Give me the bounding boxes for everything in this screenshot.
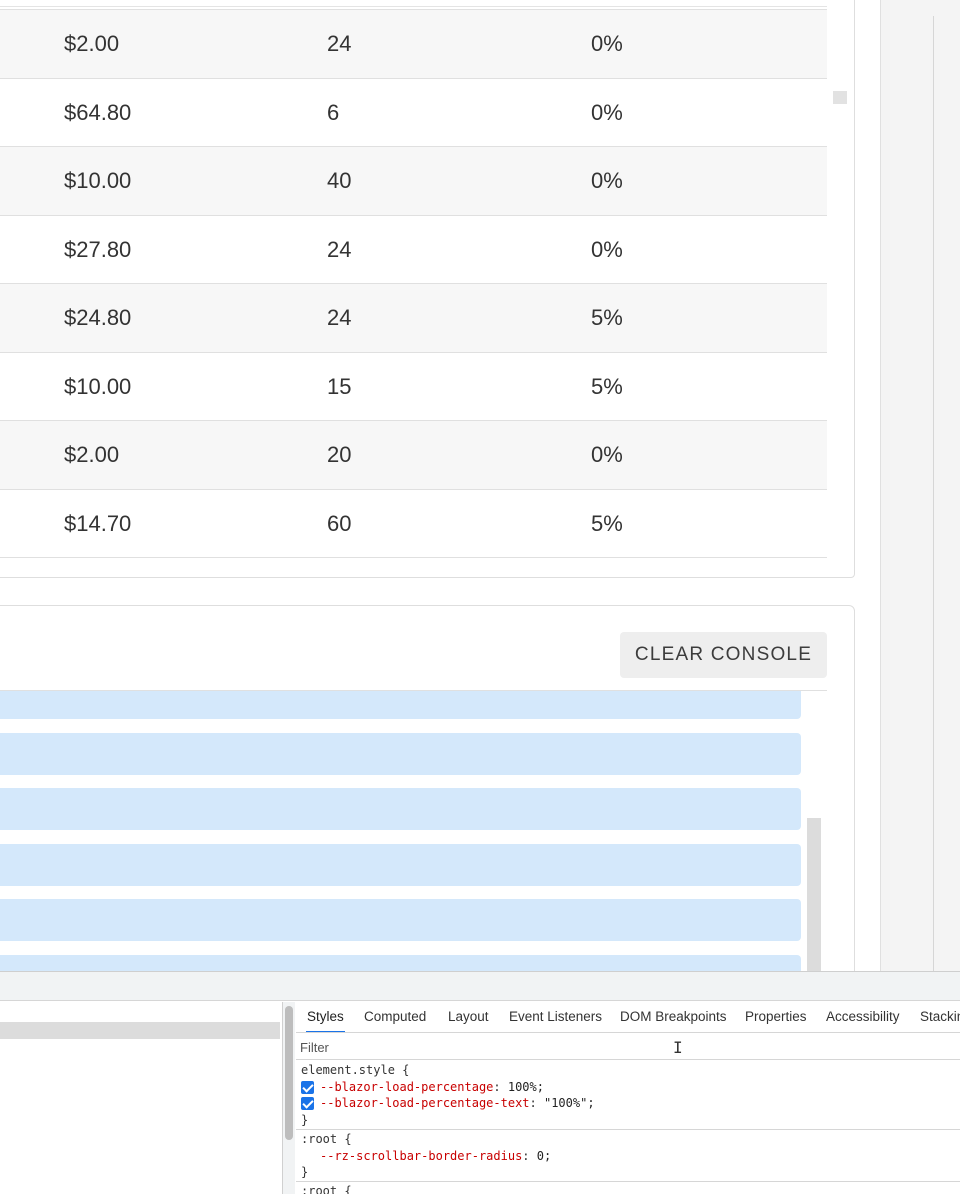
discount-cell: 0% [591, 99, 623, 125]
css-rule: :root { [301, 1183, 352, 1194]
tab-computed[interactable]: Computed [363, 1002, 427, 1032]
price-cell: $14.70 [64, 510, 132, 536]
price-cell: $27.80 [64, 236, 132, 262]
quantity-cell: 20 [327, 442, 352, 467]
console-log [0, 691, 805, 972]
console-scrollbar[interactable] [807, 818, 821, 972]
css-value[interactable]: "100%"; [544, 1096, 595, 1110]
devtools-panel: Styles Computed Layout Event Listeners D… [0, 971, 960, 1194]
declaration-checkbox[interactable] [301, 1097, 314, 1110]
quantity-cell: 24 [327, 31, 352, 56]
table-row[interactable]: $10.00 15 5% [0, 352, 827, 421]
css-property[interactable]: --blazor-load-percentage-text [320, 1096, 530, 1110]
table-row[interactable]: $24.80 24 5% [0, 284, 827, 353]
css-declaration[interactable]: --blazor-load-percentage: 100%; [301, 1079, 595, 1096]
price-cell: $2.00 [64, 31, 120, 56]
filter-input[interactable] [300, 1037, 940, 1057]
css-property[interactable]: --rz-scrollbar-border-radius [320, 1149, 522, 1163]
quantity-cell: 24 [327, 305, 352, 330]
text-cursor-icon: I [673, 1038, 683, 1057]
right-gutter [880, 0, 960, 972]
declaration-checkbox[interactable] [301, 1080, 314, 1094]
discount-cell: 0% [591, 31, 623, 56]
tab-styles[interactable]: Styles [306, 1002, 345, 1032]
css-value[interactable]: 0; [537, 1149, 551, 1163]
price-cell: $2.00 [64, 442, 120, 467]
price-cell: $24.80 [64, 305, 132, 330]
table-row[interactable]: $2.00 24 0% [0, 10, 827, 79]
styles-pane: Styles Computed Layout Event Listeners D… [296, 1002, 960, 1194]
table-row[interactable]: $2.00 20 0% [0, 421, 827, 490]
quantity-cell: 60 [327, 510, 352, 536]
tab-properties[interactable]: Properties [744, 1002, 808, 1032]
table-row[interactable]: $27.80 24 0% [0, 215, 827, 284]
css-selector[interactable]: :root { [301, 1184, 352, 1194]
price-cell: $10.00 [64, 168, 132, 193]
elements-scrollbar-thumb[interactable] [285, 1006, 293, 1140]
css-rule: element.style { --blazor-load-percentage… [301, 1062, 595, 1128]
css-value[interactable]: 100%; [508, 1080, 544, 1094]
panel-splitter[interactable] [282, 1002, 295, 1194]
quantity-cell: 24 [327, 236, 352, 262]
quantity-cell: 6 [327, 99, 340, 125]
discount-cell: 0% [591, 442, 623, 467]
css-closing-brace: } [301, 1165, 309, 1179]
quantity-cell: 15 [327, 373, 352, 399]
table-row[interactable]: $10.00 40 0% [0, 147, 827, 216]
table-row[interactable]: $14.70 60 5% [0, 489, 827, 558]
discount-cell: 5% [591, 510, 623, 536]
tab-stacking[interactable]: Stacking [919, 1002, 960, 1032]
styles-filter: I [296, 1034, 960, 1060]
css-selector[interactable]: element.style { [301, 1063, 409, 1077]
css-declaration[interactable]: --blazor-load-percentage-text: "100%"; [301, 1095, 595, 1112]
tab-event-listeners[interactable]: Event Listeners [508, 1002, 603, 1032]
grid-header-divider [0, 6, 827, 7]
rule-divider [296, 1181, 960, 1182]
css-closing-brace: } [301, 1112, 309, 1127]
data-grid: $2.00 24 0% $64.80 6 0% $10.00 40 0% $27… [0, 10, 827, 558]
gutter-line [933, 16, 934, 972]
discount-cell: 5% [591, 373, 623, 399]
discount-cell: 0% [591, 236, 623, 262]
price-cell: $10.00 [64, 373, 132, 399]
console-log-entry [0, 844, 801, 886]
css-property[interactable]: --blazor-load-percentage [320, 1080, 493, 1094]
price-cell: $64.80 [64, 99, 132, 125]
console-log-entry [0, 691, 801, 719]
tab-dom-breakpoints[interactable]: DOM Breakpoints [619, 1002, 728, 1032]
styles-tabs: Styles Computed Layout Event Listeners D… [296, 1002, 960, 1033]
rule-divider [296, 1129, 960, 1130]
devtools-toolbar [0, 972, 960, 1001]
css-declaration[interactable]: --rz-scrollbar-border-radius: 0; [301, 1148, 551, 1165]
quantity-cell: 40 [327, 168, 352, 193]
console-log-entry [0, 955, 801, 972]
css-selector[interactable]: :root { [301, 1132, 352, 1146]
discount-cell: 5% [591, 305, 623, 330]
elements-tree [0, 1002, 282, 1194]
selected-dom-node[interactable] [0, 1022, 280, 1039]
grid-scrollbar-thumb[interactable] [833, 91, 847, 104]
discount-cell: 0% [591, 168, 623, 193]
console-log-entry [0, 733, 801, 775]
tab-layout[interactable]: Layout [447, 1002, 490, 1032]
clear-console-button[interactable]: CLEAR CONSOLE [620, 632, 827, 678]
console-log-entry [0, 788, 801, 830]
table-row[interactable]: $64.80 6 0% [0, 78, 827, 147]
tab-accessibility[interactable]: Accessibility [825, 1002, 901, 1032]
console-log-entry [0, 899, 801, 941]
css-rule: :root { --rz-scrollbar-border-radius: 0;… [301, 1131, 551, 1181]
